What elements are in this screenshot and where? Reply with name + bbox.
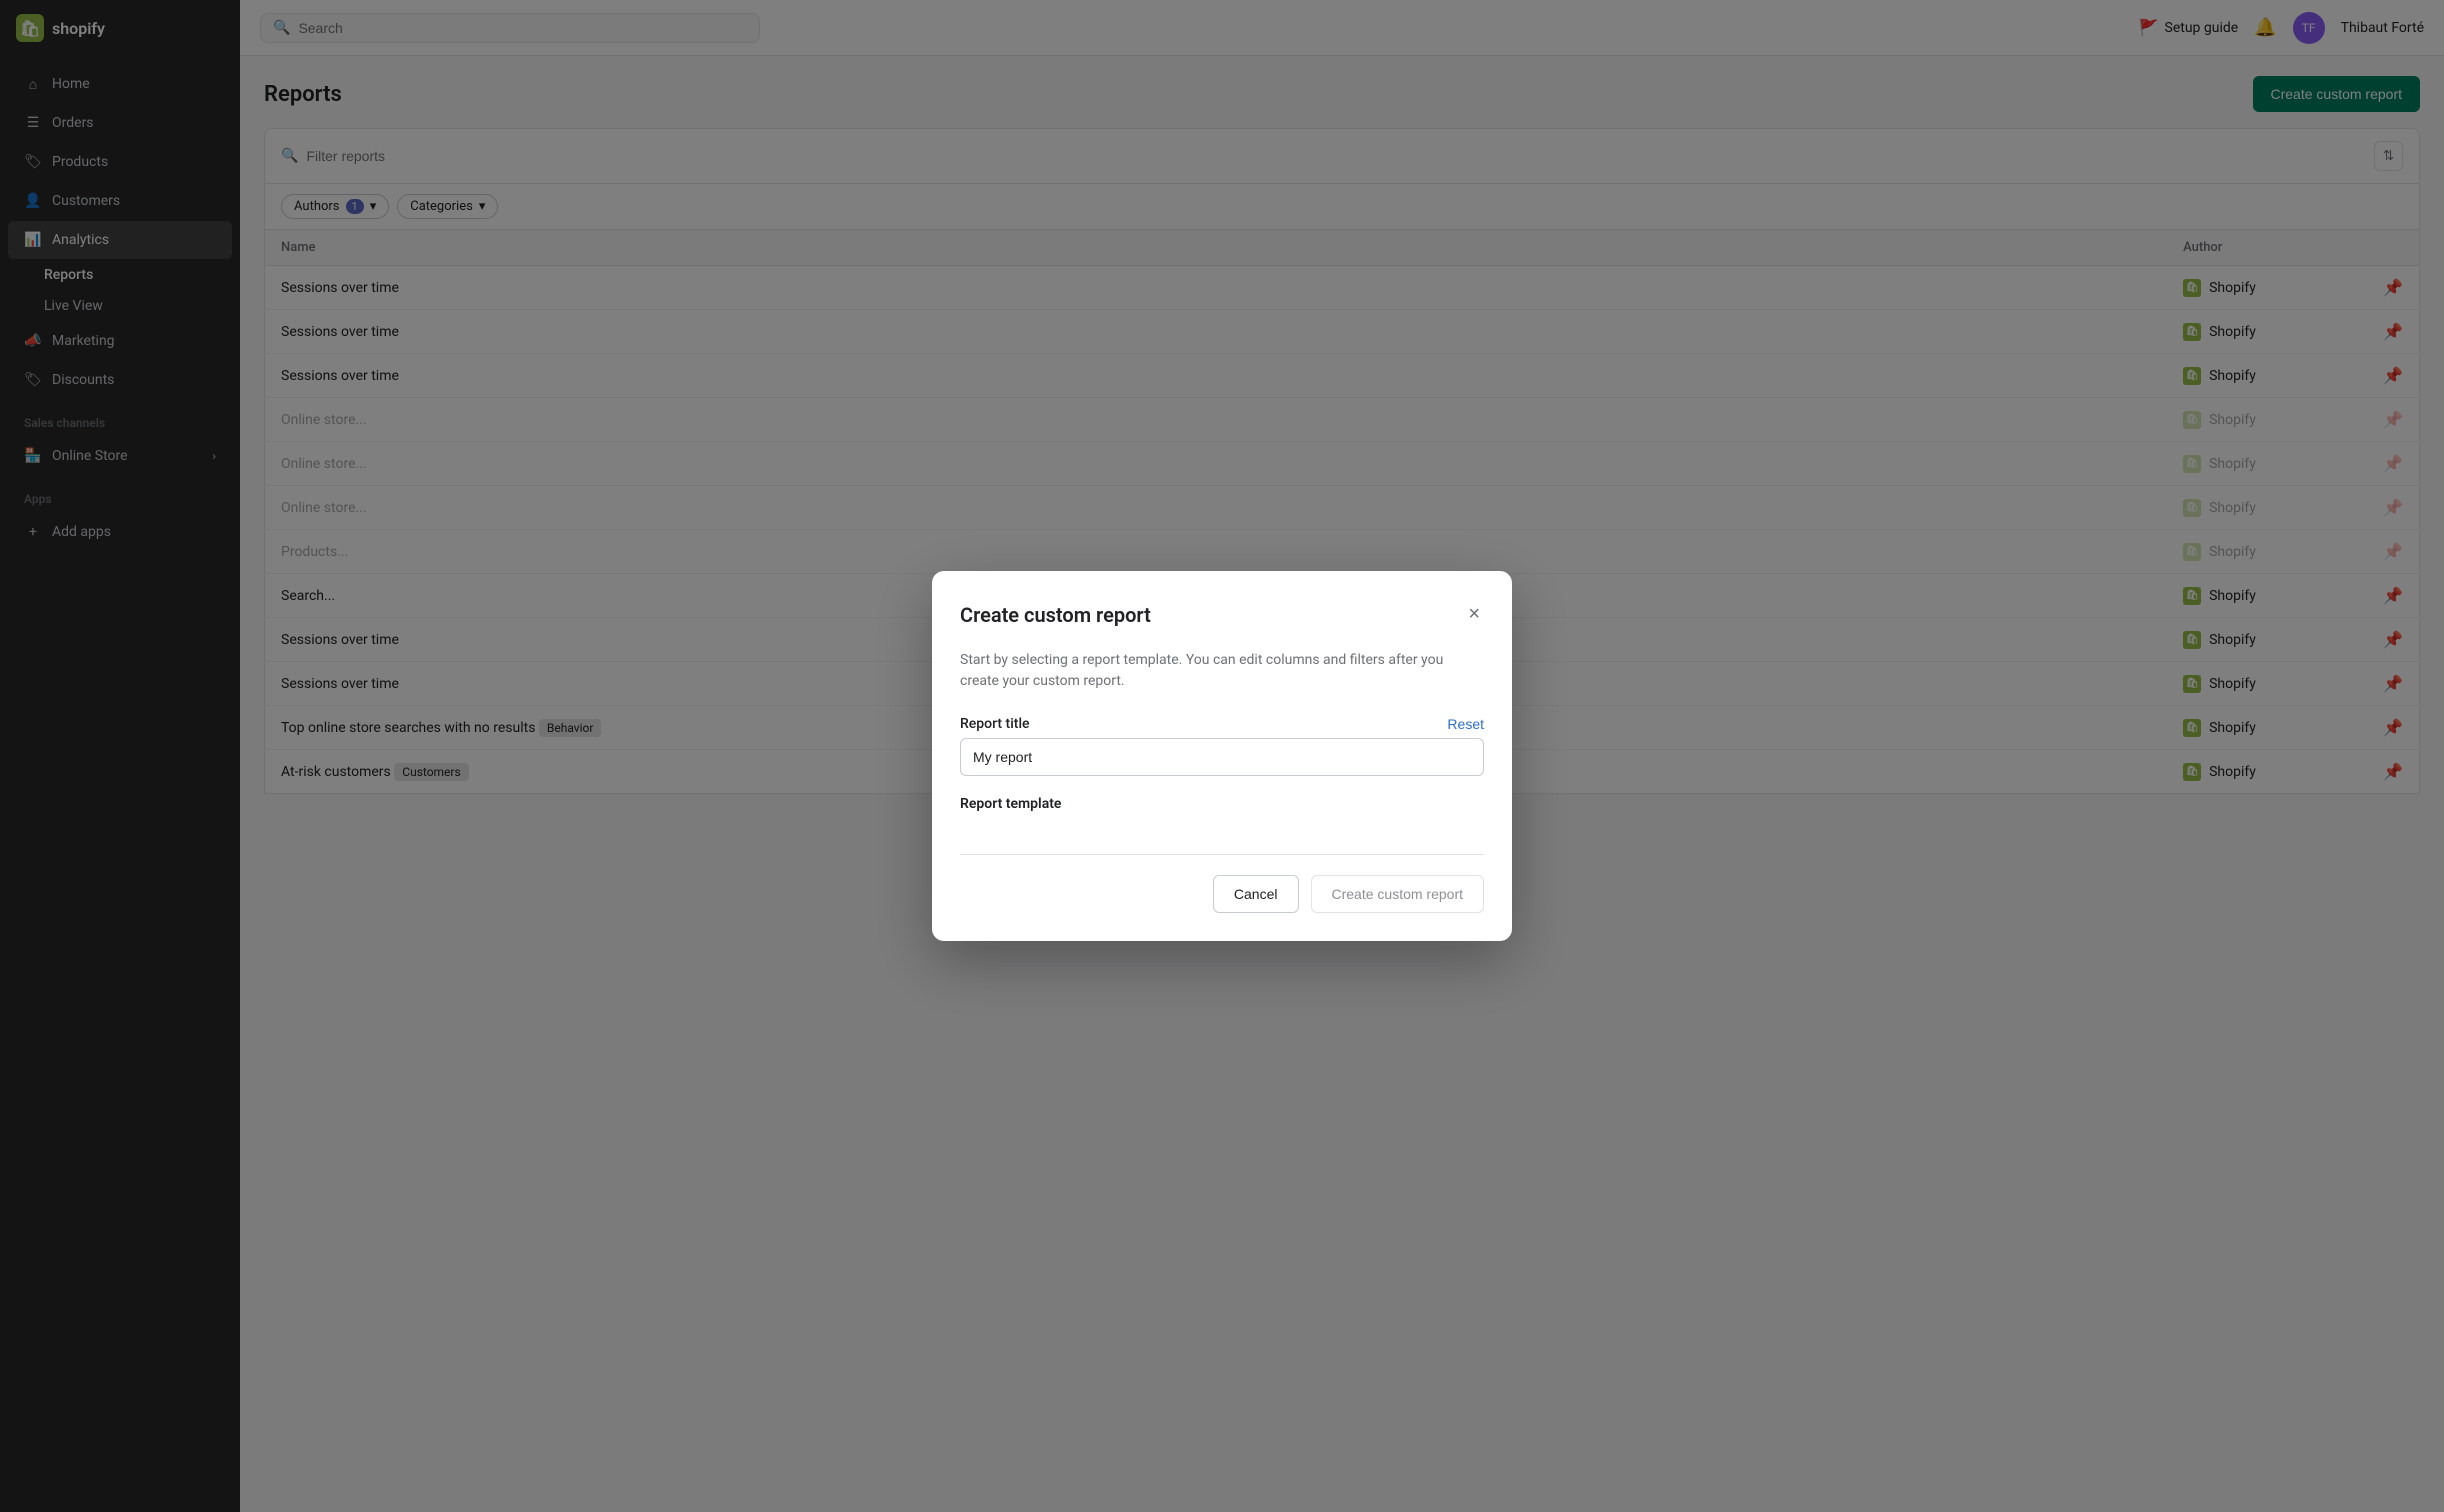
modal-field-label-row: Report title Reset bbox=[960, 716, 1484, 732]
report-title-label: Report title bbox=[960, 716, 1030, 732]
reset-button[interactable]: Reset bbox=[1447, 716, 1484, 732]
modal-description: Start by selecting a report template. Yo… bbox=[960, 650, 1484, 692]
template-section-title: Report template bbox=[960, 796, 1484, 812]
create-report-button[interactable]: Create custom report bbox=[1311, 875, 1485, 913]
create-report-modal: Create custom report × Start by selectin… bbox=[932, 571, 1512, 941]
modal-overlay: Create custom report × Start by selectin… bbox=[0, 0, 2444, 1512]
modal-footer: Cancel Create custom report bbox=[960, 854, 1484, 913]
cancel-button[interactable]: Cancel bbox=[1213, 875, 1299, 913]
modal-header: Create custom report × bbox=[960, 599, 1484, 630]
modal-title: Create custom report bbox=[960, 603, 1151, 627]
report-title-input[interactable] bbox=[960, 738, 1484, 776]
modal-close-button[interactable]: × bbox=[1464, 599, 1484, 630]
